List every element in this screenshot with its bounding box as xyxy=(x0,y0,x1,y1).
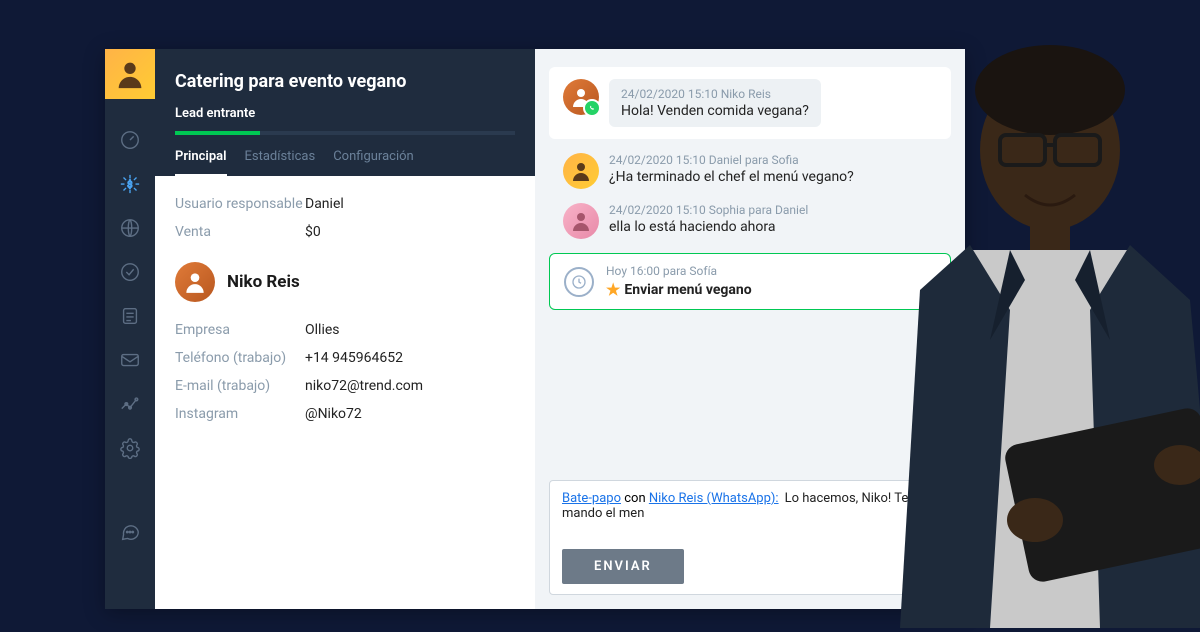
label-responsible: Usuario responsable xyxy=(175,196,305,212)
tasks-icon[interactable] xyxy=(119,261,141,283)
message-composer[interactable]: Bate-papo con Niko Reis (WhatsApp):Lo ha… xyxy=(549,480,951,595)
lead-stage[interactable]: Lead entrante xyxy=(175,106,515,129)
contact-name: Niko Reis xyxy=(227,272,300,292)
message-text: Hola! Venden comida vegana? xyxy=(621,103,809,119)
note-meta: 24/02/2020 15:10 Daniel para Sofia xyxy=(609,153,854,167)
label-email: E-mail (trabajo) xyxy=(175,378,305,394)
user-avatar[interactable] xyxy=(105,49,155,99)
tab-principal[interactable]: Principal xyxy=(175,149,227,176)
label-instagram: Instagram xyxy=(175,406,305,422)
svg-text:$: $ xyxy=(127,180,132,191)
lead-body: Usuario responsable Daniel Venta $0 Niko… xyxy=(155,176,535,609)
avatar-daniel xyxy=(563,153,599,189)
whatsapp-icon xyxy=(583,99,601,117)
field-responsible: Usuario responsable Daniel xyxy=(175,196,515,212)
chat-type-link[interactable]: Bate-papo xyxy=(562,491,621,506)
label-phone: Teléfono (trabajo) xyxy=(175,350,305,366)
message-bubble: 24/02/2020 15:10 Niko Reis Hola! Venden … xyxy=(609,79,821,127)
note-text: ella lo está haciendo ahora xyxy=(609,219,808,235)
contacts-icon[interactable] xyxy=(119,217,141,239)
tab-config[interactable]: Configuración xyxy=(333,149,414,176)
incoming-message[interactable]: 24/02/2020 15:10 Niko Reis Hola! Venden … xyxy=(549,67,951,139)
contact-avatar xyxy=(175,262,215,302)
note-meta: 24/02/2020 15:10 Sophia para Daniel xyxy=(609,203,808,217)
field-instagram: Instagram @Niko72 xyxy=(175,406,515,422)
avatar-sophia xyxy=(563,203,599,239)
lists-icon[interactable] xyxy=(119,305,141,327)
value-email[interactable]: niko72@trend.com xyxy=(305,378,423,394)
internal-note[interactable]: 24/02/2020 15:10 Daniel para Sofia ¿Ha t… xyxy=(549,153,951,189)
tab-stats[interactable]: Estadísticas xyxy=(245,149,316,176)
task-meta: Hoy 16:00 para Sofía xyxy=(606,264,752,278)
crm-window: $ Catering para evento vegano Lead entra… xyxy=(105,49,965,609)
stage-progress xyxy=(175,131,515,135)
task-card[interactable]: Hoy 16:00 para Sofía ★Enviar menú vegano xyxy=(549,253,951,310)
field-email: E-mail (trabajo) niko72@trend.com xyxy=(175,378,515,394)
message-meta: 24/02/2020 15:10 Niko Reis xyxy=(621,87,809,101)
chat-icon[interactable] xyxy=(119,521,141,543)
avatar-niko xyxy=(563,79,599,115)
nav-rail: $ xyxy=(105,49,155,609)
field-sale: Venta $0 xyxy=(175,224,515,240)
send-button[interactable]: ENVIAR xyxy=(562,549,684,584)
lead-title: Catering para evento vegano xyxy=(175,71,515,92)
lead-tabs: Principal Estadísticas Configuración xyxy=(175,149,515,176)
settings-icon[interactable] xyxy=(119,437,141,459)
label-sale: Venta xyxy=(175,224,305,240)
field-phone: Teléfono (trabajo) +14 945964652 xyxy=(175,350,515,366)
internal-note[interactable]: 24/02/2020 15:10 Sophia para Daniel ella… xyxy=(549,203,951,239)
contact-block[interactable]: Niko Reis xyxy=(175,262,515,302)
mail-icon[interactable] xyxy=(119,349,141,371)
value-instagram[interactable]: @Niko72 xyxy=(305,406,362,422)
chat-panel: 24/02/2020 15:10 Niko Reis Hola! Venden … xyxy=(535,49,965,609)
lead-header: Catering para evento vegano Lead entrant… xyxy=(155,49,535,176)
value-phone[interactable]: +14 945964652 xyxy=(305,350,403,366)
task-title: ★Enviar menú vegano xyxy=(606,280,752,299)
value-sale[interactable]: $0 xyxy=(305,224,321,240)
dashboard-icon[interactable] xyxy=(119,129,141,151)
value-responsible[interactable]: Daniel xyxy=(305,196,344,212)
value-company[interactable]: Ollies xyxy=(305,322,340,338)
analytics-icon[interactable] xyxy=(119,393,141,415)
chat-recipient-link[interactable]: Niko Reis (WhatsApp): xyxy=(649,491,779,506)
star-icon: ★ xyxy=(606,280,620,299)
clock-icon xyxy=(564,267,594,297)
note-text: ¿Ha terminado el chef el menú vegano? xyxy=(609,169,854,185)
lead-panel: Catering para evento vegano Lead entrant… xyxy=(155,49,535,609)
leads-icon[interactable]: $ xyxy=(119,173,141,195)
field-company: Empresa Ollies xyxy=(175,322,515,338)
composer-context: Bate-papo con Niko Reis (WhatsApp):Lo ha… xyxy=(562,491,938,521)
label-company: Empresa xyxy=(175,322,305,338)
